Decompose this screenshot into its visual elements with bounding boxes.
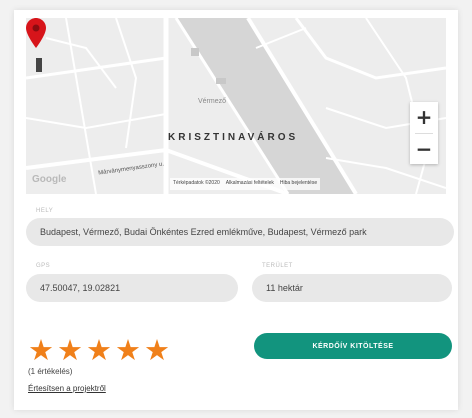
star-icon[interactable]: ★ [144,336,170,365]
area-field: 11 hektár [252,274,452,302]
attribution-item[interactable]: Hiba bejelentése [280,179,317,189]
star-icon[interactable]: ★ [28,336,54,365]
gps-field: 47.50047, 19.02821 [26,274,238,302]
attribution-item[interactable]: Térképadatok ©2020 [173,179,220,189]
place-label: Vérmező [198,98,227,105]
address-label: HELY [36,208,54,214]
zoom-control: + − [410,102,438,164]
google-logo: Google [32,174,67,185]
gps-label: GPS [36,263,51,269]
notify-link[interactable]: Értesítsen a projektről [28,384,106,393]
rating-count: (1 értékelés) [28,367,73,376]
map-view[interactable]: Vérmező KRISZTINAVÁROS Márványmenyasszon… [26,18,446,194]
zoom-in-button[interactable]: + [410,102,438,133]
project-card: Vérmező KRISZTINAVÁROS Márványmenyasszon… [14,10,458,410]
map-pin-icon[interactable] [26,18,46,48]
district-label: KRISZTINAVÁROS [168,132,299,143]
fill-questionnaire-button[interactable]: KÉRDŐÍV KITÖLTÉSE [254,333,452,359]
star-icon[interactable]: ★ [86,336,112,365]
star-icon[interactable]: ★ [57,336,83,365]
attribution-item[interactable]: Alkalmazási feltételek [226,179,274,189]
star-icon[interactable]: ★ [115,336,141,365]
rating-stars[interactable]: ★ ★ ★ ★ ★ [28,336,170,365]
area-label: TERÜLET [262,263,293,269]
zoom-out-button[interactable]: − [410,134,438,165]
address-field: Budapest, Vérmező, Budai Önkéntes Ezred … [26,218,454,246]
map-streets [26,18,446,194]
map-attribution: Térképadatok ©2020 Alkalmazási feltétele… [170,178,321,190]
